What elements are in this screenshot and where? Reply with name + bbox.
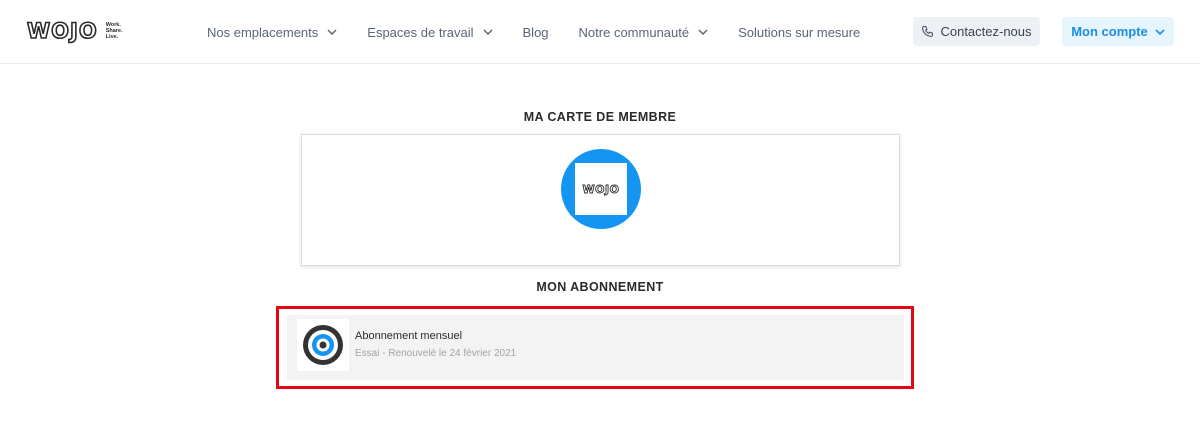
contact-button[interactable]: Contactez-nous: [913, 17, 1040, 46]
nav-item-label: Solutions sur mesure: [738, 24, 861, 40]
logo-wordmark: WOJO: [26, 19, 98, 43]
nav-item-emplacements[interactable]: Nos emplacements: [207, 23, 337, 41]
chevron-down-icon: [1155, 28, 1165, 35]
member-card-title: MA CARTE DE MEMBRE: [523, 110, 677, 124]
nav-item-label: Blog: [522, 24, 549, 40]
nav-item-label: Espaces de travail: [367, 24, 474, 40]
account-menu-button[interactable]: Mon compte: [1062, 17, 1174, 46]
subscription-name: Abonnement mensuel: [355, 330, 463, 342]
phone-icon: [922, 26, 934, 37]
wojo-logo[interactable]: WOJO Work. Share. Live.: [26, 19, 123, 43]
chevron-down-icon: [698, 29, 708, 35]
main-nav: Nos emplacements Espaces de travail Blog…: [207, 23, 890, 41]
member-card-badge: WOJO: [561, 149, 641, 229]
nav-item-label: Notre communauté: [578, 24, 690, 40]
subscription-title: MON ABONNEMENT: [536, 280, 664, 294]
subscription-row[interactable]: Abonnement mensuel Essai - Renouvelé le …: [287, 315, 904, 380]
member-card-logo-frame: WOJO: [575, 163, 627, 215]
logo-tagline: Work. Share. Live.: [106, 22, 123, 40]
account-button-label: Mon compte: [1071, 24, 1148, 39]
target-icon: [303, 325, 343, 365]
nav-item-espaces[interactable]: Espaces de travail: [367, 23, 493, 41]
member-card: WOJO: [301, 134, 900, 266]
site-header: WOJO Work. Share. Live. Nos emplacements…: [0, 0, 1200, 64]
chevron-down-icon: [482, 29, 493, 35]
nav-item-communaute[interactable]: Notre communauté: [579, 23, 709, 41]
subscription-thumbnail: [297, 319, 349, 371]
nav-item-blog[interactable]: Blog: [523, 23, 549, 41]
tagline-line: Live.: [105, 34, 119, 40]
chevron-down-icon: [327, 29, 337, 35]
member-card-logo: WOJO: [582, 182, 620, 196]
subscription-status: Essai - Renouvelé le 24 février 2021: [355, 348, 517, 359]
nav-item-solutions[interactable]: Solutions sur mesure: [738, 23, 860, 41]
nav-item-label: Nos emplacements: [207, 24, 319, 40]
contact-button-label: Contactez-nous: [940, 24, 1032, 39]
